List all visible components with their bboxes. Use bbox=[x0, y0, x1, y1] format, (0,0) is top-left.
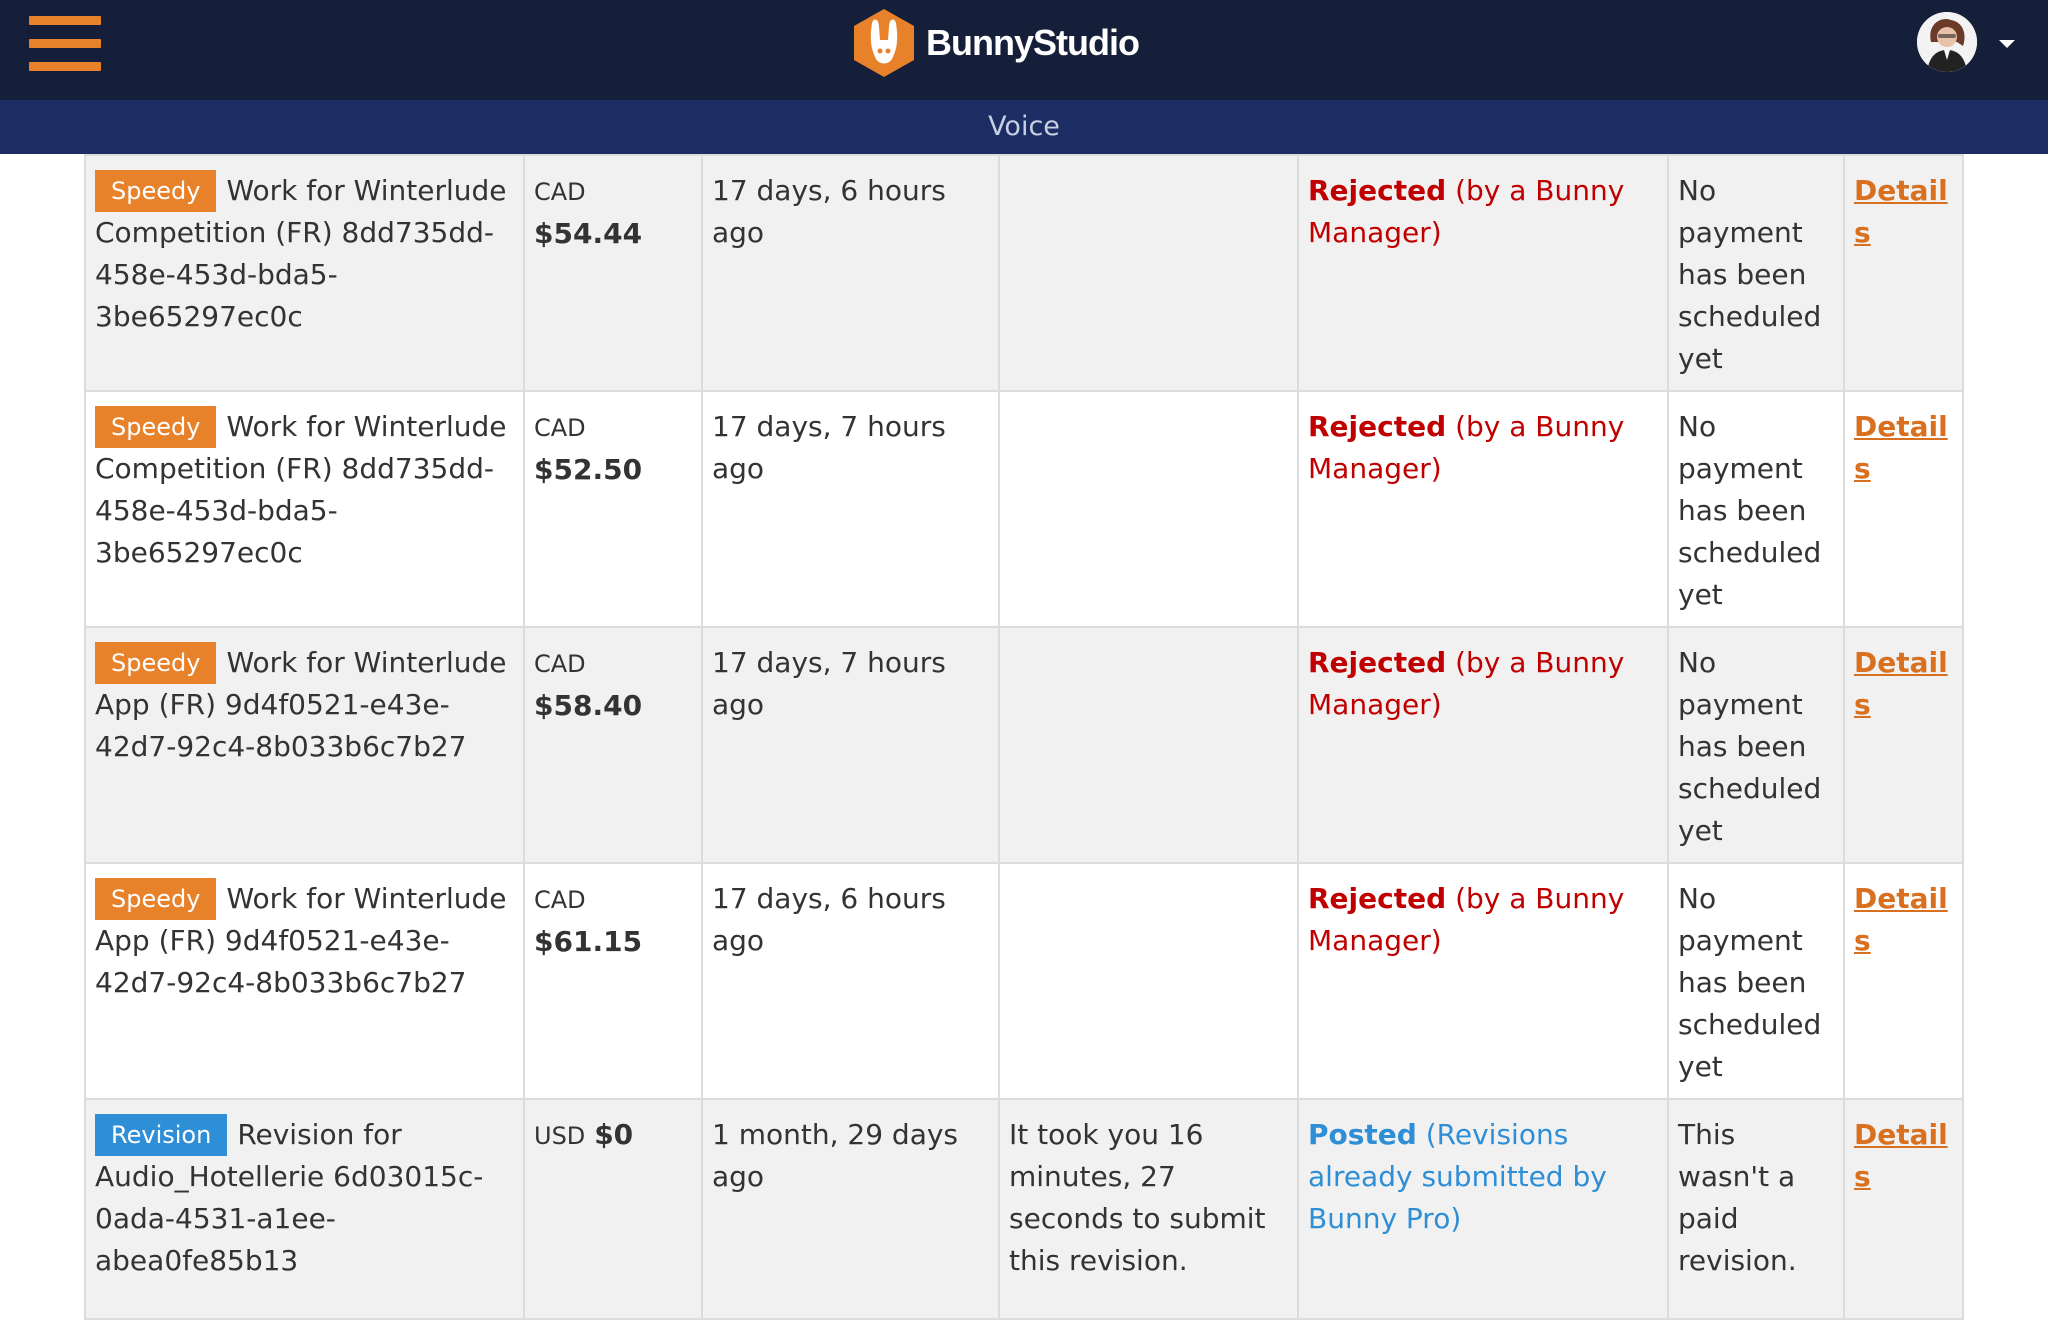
time-cell: 17 days, 6 hours ago bbox=[701, 862, 1000, 1100]
time-cell: 17 days, 7 hours ago bbox=[701, 390, 1000, 628]
job-title-cell: Speedy Work for Winterlude App (FR) 9d4f0… bbox=[84, 626, 525, 864]
payment-cell: No payment has been scheduled yet bbox=[1667, 862, 1845, 1100]
brand-logo[interactable]: BunnyStudio bbox=[852, 6, 1140, 80]
jobs-table-container: Speedy Work for Winterlude Competition (F… bbox=[84, 154, 1964, 1320]
details-link[interactable]: Details bbox=[1854, 1118, 1948, 1193]
currency-code: CAD bbox=[534, 650, 586, 678]
job-type-badge: Speedy bbox=[95, 642, 217, 684]
price-amount: $58.40 bbox=[534, 689, 643, 722]
payment-status: This wasn't a paid revision. bbox=[1678, 1118, 1797, 1277]
jobs-table: Speedy Work for Winterlude Competition (F… bbox=[84, 154, 1964, 1320]
details-cell: Details bbox=[1843, 154, 1964, 392]
time-ago: 1 month, 29 days ago bbox=[712, 1118, 959, 1193]
hamburger-menu-icon[interactable] bbox=[29, 16, 101, 72]
note-cell bbox=[998, 626, 1299, 864]
details-link[interactable]: Details bbox=[1854, 174, 1948, 249]
payment-cell: This wasn't a paid revision. bbox=[1667, 1098, 1845, 1320]
currency-code: USD bbox=[534, 1122, 586, 1150]
status-cell: Rejected (by a Bunny Manager) bbox=[1297, 626, 1669, 864]
section-title: Voice bbox=[988, 111, 1060, 142]
currency-code: CAD bbox=[534, 886, 586, 914]
price-amount: $54.44 bbox=[534, 217, 643, 250]
table-row: Speedy Work for Winterlude App (FR) 9d4f0… bbox=[84, 862, 1964, 1100]
price-cell: CAD $61.15 bbox=[523, 862, 703, 1100]
payment-cell: No payment has been scheduled yet bbox=[1667, 154, 1845, 392]
time-cell: 17 days, 7 hours ago bbox=[701, 626, 1000, 864]
status-label: Rejected bbox=[1308, 174, 1447, 207]
time-ago: 17 days, 6 hours ago bbox=[712, 882, 946, 957]
user-avatar[interactable] bbox=[1917, 12, 1977, 72]
submission-note: It took you 16 minutes, 27 seconds to su… bbox=[1009, 1118, 1266, 1277]
brand-name: BunnyStudio bbox=[926, 22, 1140, 63]
price-cell: USD $0 bbox=[523, 1098, 703, 1320]
time-ago: 17 days, 7 hours ago bbox=[712, 646, 946, 721]
details-cell: Details bbox=[1843, 862, 1964, 1100]
note-cell bbox=[998, 154, 1299, 392]
payment-cell: No payment has been scheduled yet bbox=[1667, 390, 1845, 628]
currency-code: CAD bbox=[534, 414, 586, 442]
status-cell: Posted (Revisions already submitted by B… bbox=[1297, 1098, 1669, 1320]
job-type-badge: Speedy bbox=[95, 878, 217, 920]
payment-cell: No payment has been scheduled yet bbox=[1667, 626, 1845, 864]
caret-down-icon[interactable] bbox=[1999, 40, 2015, 48]
price-cell: CAD $58.40 bbox=[523, 626, 703, 864]
payment-status: No payment has been scheduled yet bbox=[1678, 174, 1822, 375]
job-type-badge: Speedy bbox=[95, 406, 217, 448]
status-label: Posted bbox=[1308, 1118, 1417, 1151]
note-cell bbox=[998, 390, 1299, 628]
details-link[interactable]: Details bbox=[1854, 410, 1948, 485]
details-cell: Details bbox=[1843, 1098, 1964, 1320]
time-ago: 17 days, 6 hours ago bbox=[712, 174, 946, 249]
table-row: Revision Revision for Audio_Hotellerie 6d… bbox=[84, 1098, 1964, 1320]
time-ago: 17 days, 7 hours ago bbox=[712, 410, 946, 485]
details-cell: Details bbox=[1843, 390, 1964, 628]
table-row: Speedy Work for Winterlude Competition (F… bbox=[84, 154, 1964, 392]
job-type-badge: Speedy bbox=[95, 170, 217, 212]
status-cell: Rejected (by a Bunny Manager) bbox=[1297, 862, 1669, 1100]
table-row: Speedy Work for Winterlude Competition (F… bbox=[84, 390, 1964, 628]
status-label: Rejected bbox=[1308, 646, 1447, 679]
avatar-portrait-icon bbox=[1917, 12, 1977, 72]
job-title-cell: Speedy Work for Winterlude App (FR) 9d4f0… bbox=[84, 862, 525, 1100]
note-cell: It took you 16 minutes, 27 seconds to su… bbox=[998, 1098, 1299, 1320]
price-cell: CAD $54.44 bbox=[523, 154, 703, 392]
bunny-logo-icon bbox=[854, 9, 914, 77]
price-amount: $0 bbox=[594, 1118, 634, 1151]
price-cell: CAD $52.50 bbox=[523, 390, 703, 628]
details-cell: Details bbox=[1843, 626, 1964, 864]
payment-status: No payment has been scheduled yet bbox=[1678, 646, 1822, 847]
payment-status: No payment has been scheduled yet bbox=[1678, 882, 1822, 1083]
price-amount: $52.50 bbox=[534, 453, 643, 486]
section-subnav: Voice bbox=[0, 100, 2048, 154]
details-link[interactable]: Details bbox=[1854, 882, 1948, 957]
top-navigation-bar: BunnyStudio bbox=[0, 0, 2048, 100]
status-cell: Rejected (by a Bunny Manager) bbox=[1297, 154, 1669, 392]
job-title-cell: Revision Revision for Audio_Hotellerie 6d… bbox=[84, 1098, 525, 1320]
job-title-cell: Speedy Work for Winterlude Competition (F… bbox=[84, 154, 525, 392]
payment-status: No payment has been scheduled yet bbox=[1678, 410, 1822, 611]
status-label: Rejected bbox=[1308, 410, 1447, 443]
time-cell: 17 days, 6 hours ago bbox=[701, 154, 1000, 392]
price-amount: $61.15 bbox=[534, 925, 643, 958]
time-cell: 1 month, 29 days ago bbox=[701, 1098, 1000, 1320]
currency-code: CAD bbox=[534, 178, 586, 206]
job-title-cell: Speedy Work for Winterlude Competition (F… bbox=[84, 390, 525, 628]
note-cell bbox=[998, 862, 1299, 1100]
status-label: Rejected bbox=[1308, 882, 1447, 915]
details-link[interactable]: Details bbox=[1854, 646, 1948, 721]
job-type-badge: Revision bbox=[95, 1114, 228, 1156]
status-cell: Rejected (by a Bunny Manager) bbox=[1297, 390, 1669, 628]
table-row: Speedy Work for Winterlude App (FR) 9d4f0… bbox=[84, 626, 1964, 864]
